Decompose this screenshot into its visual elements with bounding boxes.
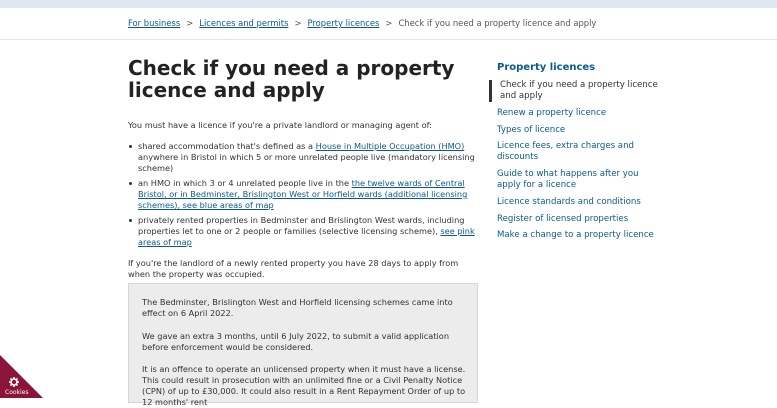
list-item: shared accommodation that's defined as a… bbox=[128, 141, 480, 174]
sidebar-item-after-apply[interactable]: Guide to what happens after you apply fo… bbox=[497, 169, 662, 191]
sidebar-item-standards[interactable]: Licence standards and conditions bbox=[497, 197, 662, 208]
sidebar-item-make-change[interactable]: Make a change to a property licence bbox=[497, 230, 662, 241]
breadcrumb-link-for-business[interactable]: For business bbox=[128, 18, 180, 28]
hmo-link[interactable]: House in Multiple Occupation (HMO) bbox=[316, 141, 465, 151]
breadcrumb-separator: > bbox=[385, 18, 393, 28]
cookie-label: Cookies bbox=[5, 389, 29, 396]
sidebar-item-renew[interactable]: Renew a property licence bbox=[497, 108, 662, 119]
breadcrumb-link-property-licences[interactable]: Property licences bbox=[307, 18, 379, 28]
cookie-settings-button[interactable]: Cookies bbox=[0, 355, 43, 398]
callout-paragraph: The Bedminster, Brislington West and Hor… bbox=[142, 297, 453, 318]
landlord-note: If you're the landlord of a newly rented… bbox=[128, 258, 459, 279]
sidebar-item-register[interactable]: Register of licensed properties bbox=[497, 214, 662, 225]
sidebar-title: Property licences bbox=[497, 62, 596, 73]
sidebar-item-types[interactable]: Types of licence bbox=[497, 125, 662, 136]
cookie-badge-icon: Cookies bbox=[0, 355, 43, 398]
breadcrumb-separator: > bbox=[294, 18, 302, 28]
scheme-callout: The Bedminster, Brislington West and Hor… bbox=[128, 283, 478, 407]
list-item: an HMO in which 3 or 4 unrelated people … bbox=[128, 178, 480, 211]
breadcrumb-current: Check if you need a property licence and… bbox=[398, 18, 597, 28]
breadcrumb-link-licences-and-permits[interactable]: Licences and permits bbox=[199, 18, 288, 28]
intro-text: You must have a licence if you're a priv… bbox=[128, 120, 432, 130]
list-item-text: anywhere in Bristol in which 5 or more u… bbox=[138, 152, 475, 173]
breadcrumb: For business > Licences and permits > Proper… bbox=[0, 8, 777, 40]
list-item-text: shared accommodation that's defined as a bbox=[138, 141, 316, 151]
sidebar-item-current: Check if you need a property licence and… bbox=[489, 80, 662, 102]
callout-paragraph: It is an offence to operate an unlicense… bbox=[142, 364, 466, 407]
callout-paragraph: We gave an extra 3 months, until 6 July … bbox=[142, 331, 450, 352]
list-item-text: privately rented properties in Bedminste… bbox=[138, 215, 465, 236]
breadcrumb-separator: > bbox=[186, 18, 194, 28]
list-item-text: an HMO in which 3 or 4 unrelated people … bbox=[138, 178, 352, 188]
main-content: You must have a licence if you're a priv… bbox=[128, 120, 480, 280]
page-title: Check if you need a property licence and… bbox=[128, 56, 455, 102]
list-item: privately rented properties in Bedminste… bbox=[128, 215, 480, 248]
sidebar-nav: Property licences Check if you need a pr… bbox=[489, 62, 667, 240]
licence-criteria-list: shared accommodation that's defined as a… bbox=[128, 141, 480, 248]
sidebar-item-fees[interactable]: Licence fees, extra charges and discount… bbox=[497, 141, 662, 163]
top-banner bbox=[0, 0, 777, 8]
